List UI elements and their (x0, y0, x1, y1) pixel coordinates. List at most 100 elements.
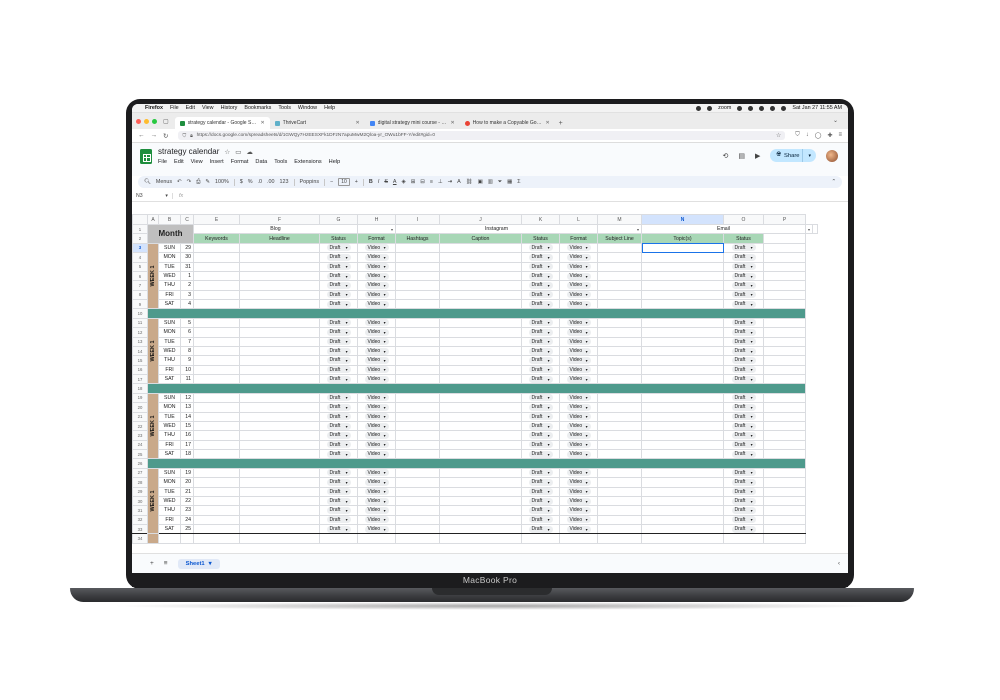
email-status-cell[interactable]: Draft ▾ (723, 505, 764, 516)
cell[interactable] (641, 242, 724, 254)
cell[interactable] (763, 327, 806, 338)
cell[interactable] (597, 327, 642, 338)
instagram-status-cell[interactable]: Draft ▾ (521, 261, 560, 272)
email-status-cell[interactable]: Draft ▾ (723, 261, 764, 272)
blog-status-cell[interactable]: Draft ▾ (319, 317, 358, 329)
cell[interactable] (641, 486, 724, 497)
status-dropdown-chip[interactable]: Draft ▾ (731, 488, 756, 496)
cell[interactable] (239, 430, 320, 441)
format-dropdown-chip[interactable]: Video ▾ (364, 413, 389, 421)
cell[interactable] (641, 327, 724, 338)
cell[interactable] (395, 533, 440, 544)
move-folder-icon[interactable]: ▭ (235, 148, 241, 156)
email-format-cell[interactable]: Video ▾ (559, 514, 598, 526)
email-format-cell[interactable]: Video ▾ (559, 373, 598, 385)
blog-status-cell[interactable]: Draft ▾ (319, 514, 358, 526)
cell[interactable] (239, 355, 320, 366)
format-dropdown-chip[interactable]: Video ▾ (566, 497, 591, 505)
row-header[interactable]: 9 (132, 298, 148, 310)
status-dropdown-chip[interactable]: Draft ▾ (326, 375, 351, 383)
format-dropdown-chip[interactable]: Video ▾ (364, 497, 389, 505)
cell[interactable] (395, 270, 440, 282)
email-status-cell[interactable]: Draft ▾ (723, 355, 764, 366)
forward-icon[interactable]: → (151, 132, 158, 139)
instagram-status-cell[interactable]: Draft ▾ (521, 486, 560, 497)
cell[interactable] (395, 242, 440, 254)
cell[interactable] (763, 317, 806, 329)
cell[interactable] (193, 317, 240, 329)
format-dropdown-chip[interactable]: Video ▾ (566, 291, 591, 299)
cell[interactable] (439, 327, 522, 338)
cell[interactable] (763, 280, 806, 291)
menu-edit[interactable]: Edit (174, 159, 184, 165)
status-dropdown-chip[interactable]: Draft ▾ (731, 263, 756, 271)
status-dropdown-chip[interactable]: Draft ▾ (731, 366, 756, 374)
column-header-j[interactable]: J (439, 214, 522, 225)
spreadsheet-grid[interactable]: A B C E F G H I J K L M N O P 1 Month Blog ▾ Instagram ▾ Emai… (132, 214, 848, 553)
format-dropdown-chip[interactable]: Video ▾ (566, 488, 591, 496)
status-dropdown-chip[interactable]: Draft ▾ (528, 347, 553, 355)
cell[interactable] (439, 280, 522, 291)
cell[interactable] (763, 420, 806, 432)
instagram-status-cell[interactable]: Draft ▾ (521, 364, 560, 376)
cell[interactable] (763, 411, 806, 422)
cell[interactable] (597, 392, 642, 404)
blog-status-cell[interactable]: Draft ▾ (319, 402, 358, 413)
column-header-b[interactable]: B (158, 214, 181, 225)
cell[interactable] (395, 402, 440, 413)
format-dropdown-chip[interactable]: Video ▾ (364, 281, 389, 289)
cell[interactable] (641, 505, 724, 516)
cell[interactable] (597, 364, 642, 376)
blog-status-cell[interactable]: Draft ▾ (319, 430, 358, 441)
status-dropdown-chip[interactable]: Draft ▾ (326, 394, 351, 402)
cell[interactable] (763, 289, 806, 301)
status-dropdown-chip[interactable]: Draft ▾ (731, 272, 756, 280)
cell[interactable] (641, 298, 724, 310)
shield-icon[interactable]: ⛉ (182, 133, 186, 139)
cell[interactable] (193, 495, 240, 507)
status-dropdown-chip[interactable]: Draft ▾ (731, 441, 756, 449)
column-header-f[interactable]: F (239, 214, 320, 225)
control-center-icon[interactable] (781, 105, 787, 111)
status-dropdown-chip[interactable]: Draft ▾ (326, 497, 351, 505)
email-dropdown-icon[interactable]: ▾ (804, 223, 814, 235)
cell[interactable] (641, 448, 724, 460)
email-status-cell[interactable]: Draft ▾ (723, 280, 764, 291)
cell[interactable] (597, 477, 642, 488)
format-dropdown-chip[interactable]: Video ▾ (364, 263, 389, 271)
email-status-cell[interactable]: Draft ▾ (723, 392, 764, 404)
cell[interactable] (395, 523, 440, 535)
cell[interactable] (763, 402, 806, 413)
cell[interactable] (763, 467, 806, 479)
cell[interactable] (193, 355, 240, 366)
instagram-status-cell[interactable]: Draft ▾ (521, 514, 560, 526)
close-tab-icon[interactable]: ✕ (260, 120, 264, 126)
bold-icon[interactable]: B (369, 179, 373, 185)
cell[interactable] (641, 261, 724, 272)
instagram-format-cell[interactable]: Video ▾ (357, 392, 396, 404)
status-dropdown-chip[interactable]: Draft ▾ (326, 525, 351, 533)
row-header[interactable]: 31 (132, 505, 148, 516)
cell[interactable] (193, 392, 240, 404)
email-status-cell[interactable]: Draft ▾ (723, 486, 764, 497)
functions-icon[interactable]: Σ (517, 179, 520, 185)
cell[interactable] (763, 233, 806, 244)
tab-overview-icon[interactable]: ▢ (163, 113, 169, 129)
cell[interactable] (439, 533, 522, 544)
close-tab-icon[interactable]: ✕ (545, 120, 549, 126)
instagram-status-cell[interactable]: Draft ▾ (521, 430, 560, 441)
row-header[interactable]: 28 (132, 477, 148, 488)
cell[interactable] (239, 327, 320, 338)
cell[interactable] (395, 467, 440, 479)
cell[interactable] (395, 261, 440, 272)
status-dropdown-chip[interactable]: Draft ▾ (731, 300, 756, 308)
cell[interactable] (193, 439, 240, 451)
status-icon[interactable] (737, 105, 743, 111)
status-dropdown-chip[interactable]: Draft ▾ (326, 356, 351, 364)
cell[interactable] (193, 533, 240, 544)
cell[interactable] (597, 486, 642, 497)
browser-tab-active[interactable]: strategy calendar - Google Sheets ✕ (174, 117, 270, 129)
status-dropdown-chip[interactable]: Draft ▾ (326, 488, 351, 496)
column-header-n[interactable]: N (641, 214, 724, 225)
cell[interactable] (439, 430, 522, 441)
